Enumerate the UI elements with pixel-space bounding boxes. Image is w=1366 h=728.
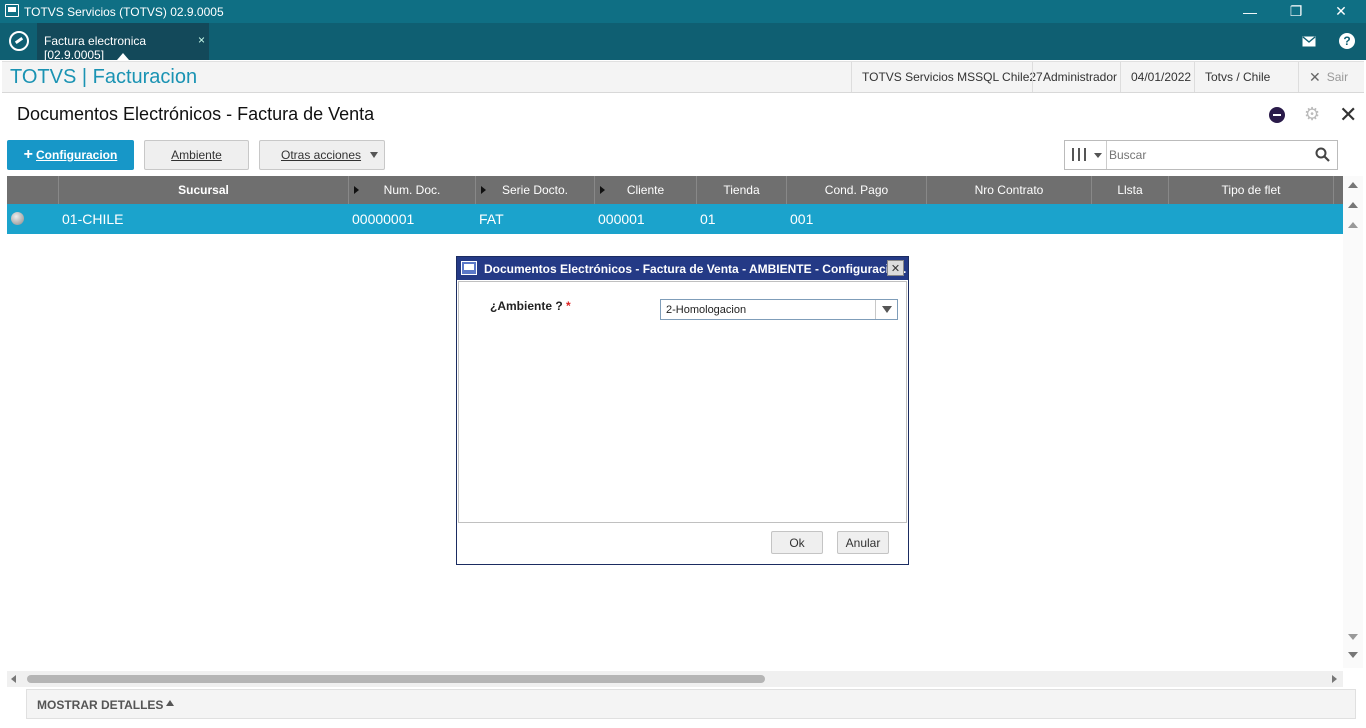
scroll-page-up-icon[interactable] — [1348, 202, 1358, 208]
sort-arrow-icon — [481, 186, 486, 194]
dialog-title: Documentos Electrónicos - Factura de Ven… — [484, 262, 907, 276]
cell-sucursal: 01-CHILE — [62, 211, 124, 227]
close-window-button[interactable]: ✕ — [1318, 0, 1364, 23]
scroll-page-down-icon[interactable] — [1348, 652, 1358, 658]
plus-icon: + — [23, 146, 33, 163]
window-title: TOTVS Servicios (TOTVS) 02.9.0005 — [24, 5, 224, 19]
ambiente-select-value: 2-Homologacion — [666, 304, 747, 316]
details-footer[interactable]: MOSTRAR DETALLES — [26, 689, 1356, 719]
tab-factura-electronica[interactable]: Factura electronica [02.9.0005] × — [37, 23, 209, 62]
tab-active-caret-icon — [117, 53, 129, 60]
cell-cond-pago: 001 — [790, 211, 814, 227]
otras-acciones-button[interactable]: Otras acciones — [259, 140, 385, 170]
horizontal-scrollbar[interactable] — [7, 671, 1343, 687]
record-status-icon[interactable] — [1269, 107, 1285, 123]
cell-num-doc: 00000001 — [352, 211, 415, 227]
cell-serie: FAT — [479, 211, 504, 227]
ambiente-dialog: Documentos Electrónicos - Factura de Ven… — [456, 256, 909, 565]
scroll-left-icon[interactable] — [11, 675, 16, 683]
settings-gear-icon[interactable]: ⚙ — [1304, 104, 1320, 125]
configuracion-label: Configuracion — [36, 148, 118, 162]
dialog-titlebar: Documentos Electrónicos - Factura de Ven… — [457, 257, 908, 280]
search-box — [1064, 140, 1338, 170]
exit-icon: ✕ — [1309, 68, 1321, 85]
column-header-lista[interactable]: Llsta — [1092, 176, 1169, 204]
column-selector-button[interactable] — [1065, 141, 1107, 169]
dialog-window-icon — [461, 261, 477, 275]
page-title: Documentos Electrónicos - Factura de Ven… — [17, 104, 375, 124]
sort-arrow-icon — [600, 186, 605, 194]
column-header-cond-pago[interactable]: Cond. Pago — [787, 176, 927, 204]
dropdown-arrow-icon — [370, 152, 378, 158]
dropdown-arrow-icon — [1094, 153, 1102, 158]
user-info: Administrador — [1032, 62, 1127, 92]
scroll-top-icon[interactable] — [1348, 182, 1358, 188]
exit-label: Sair — [1326, 70, 1349, 84]
column-header-num-doc[interactable]: Num. Doc. — [349, 176, 476, 204]
brand-title: TOTVS | Facturacion — [10, 66, 198, 88]
column-header-serie-docto[interactable]: Serie Docto. — [476, 176, 595, 204]
column-header-tipo-flet[interactable]: Tipo de flet — [1169, 176, 1334, 204]
app-window-icon — [5, 4, 19, 17]
ambiente-label: Ambiente — [171, 148, 222, 162]
scroll-right-icon[interactable] — [1332, 675, 1337, 683]
ambiente-select[interactable]: 2-Homologacion — [660, 299, 898, 320]
column-header-tienda[interactable]: Tienda — [697, 176, 787, 204]
date-info: 04/01/2022 — [1120, 62, 1201, 92]
search-input[interactable] — [1109, 144, 1309, 166]
server-info: TOTVS Servicios MSSQL Chile27 — [851, 62, 1053, 92]
otras-acciones-label: Otras acciones — [281, 148, 362, 162]
exit-button[interactable]: ✕ Sair — [1298, 62, 1358, 92]
column-header-cliente[interactable]: Cliente — [595, 176, 697, 204]
totvs-logo-icon[interactable] — [9, 31, 29, 51]
chevron-down-icon — [882, 306, 892, 313]
anular-button[interactable]: Anular — [837, 531, 889, 554]
mail-icon[interactable] — [1299, 31, 1319, 51]
restore-button[interactable]: ❐ — [1273, 0, 1319, 23]
company-info: Totvs / Chile — [1194, 62, 1280, 92]
expand-up-icon — [166, 700, 174, 706]
ambiente-field-label: ¿Ambiente ? * — [490, 299, 571, 313]
tab-bar: Factura electronica [02.9.0005] × ? — [0, 23, 1366, 62]
app-header: TOTVS | Facturacion TOTVS Servicios MSSQ… — [2, 61, 1364, 93]
sort-arrow-icon — [354, 186, 359, 194]
dialog-close-button[interactable]: ✕ — [887, 260, 904, 276]
help-icon[interactable]: ? — [1339, 33, 1355, 49]
column-header-nro-contrato[interactable]: Nro Contrato — [927, 176, 1092, 204]
configuracion-button[interactable]: + Configuracion — [7, 140, 134, 170]
minimize-button[interactable]: — — [1227, 0, 1273, 23]
search-icon[interactable] — [1315, 147, 1330, 167]
grid-header: Sucursal Num. Doc. Serie Docto. Cliente … — [7, 176, 1343, 204]
scroll-down-icon[interactable] — [1348, 634, 1358, 640]
scroll-up-icon[interactable] — [1348, 222, 1358, 228]
cell-tienda: 01 — [700, 211, 716, 227]
cell-cliente: 000001 — [598, 211, 645, 227]
column-header-sucursal[interactable]: Sucursal — [59, 176, 349, 204]
columns-icon — [1072, 148, 1086, 161]
horizontal-scroll-thumb[interactable] — [27, 675, 765, 683]
grid-status-column — [7, 176, 59, 204]
tab-close-icon[interactable]: × — [198, 33, 205, 47]
ok-button[interactable]: Ok — [771, 531, 823, 554]
required-mark: * — [566, 299, 571, 313]
ambiente-button[interactable]: Ambiente — [144, 140, 249, 170]
window-titlebar: TOTVS Servicios (TOTVS) 02.9.0005 — ❐ ✕ — [0, 0, 1366, 23]
show-details-label: MOSTRAR DETALLES — [37, 698, 164, 712]
table-row[interactable]: 01-CHILE 00000001 FAT 000001 01 001 — [7, 204, 1343, 234]
dialog-body: ¿Ambiente ? * 2-Homologacion — [458, 281, 907, 523]
row-status-icon — [11, 212, 24, 225]
vertical-scrollbar[interactable] — [1343, 176, 1363, 668]
close-page-icon[interactable]: ✕ — [1339, 102, 1357, 128]
